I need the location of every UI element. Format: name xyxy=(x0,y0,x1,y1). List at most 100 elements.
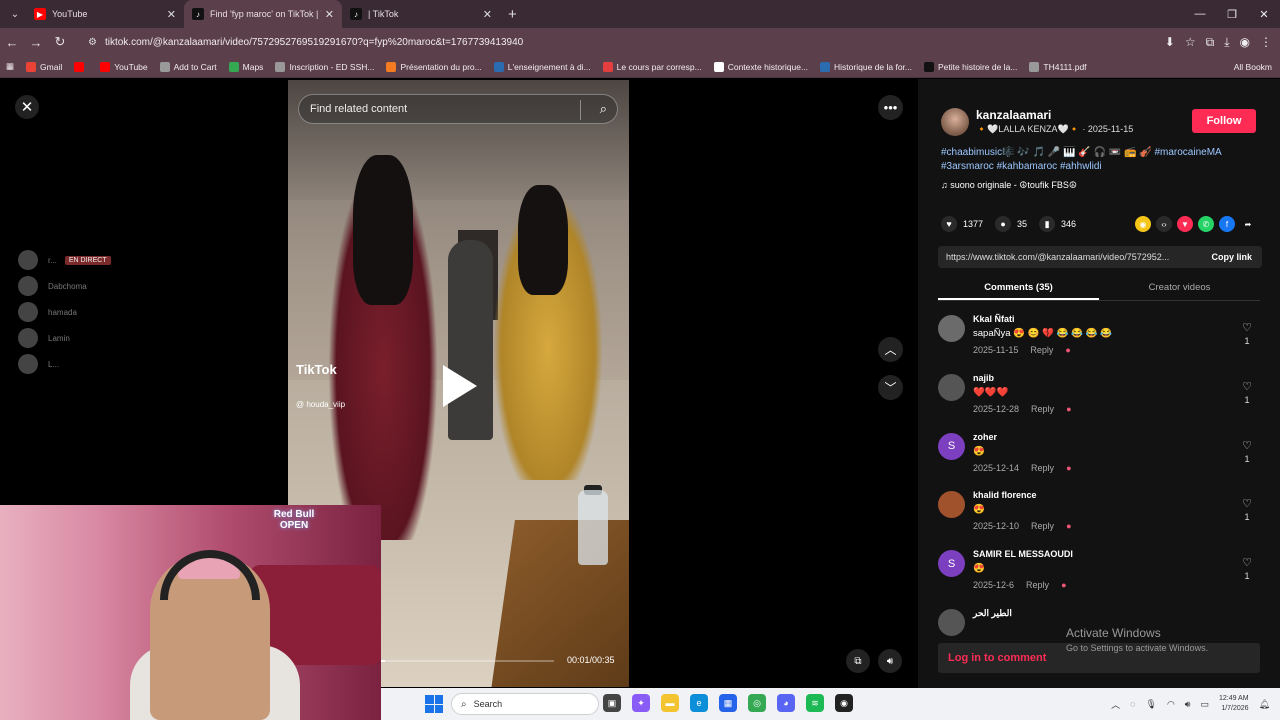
tab-creator-videos[interactable]: Creator videos xyxy=(1099,279,1260,300)
comment-like[interactable]: ♡ 1 xyxy=(1242,321,1252,346)
bookmark-item[interactable]: Inscription - ED SSH... xyxy=(275,61,374,72)
bookmark-item[interactable]: TH4111.pdf xyxy=(1029,61,1087,72)
microphone-icon[interactable]: 🎙︎ xyxy=(1146,699,1157,710)
forward-icon[interactable]: → xyxy=(24,35,48,50)
bookmark-item[interactable] xyxy=(74,61,88,72)
comment-username[interactable]: najib xyxy=(973,373,994,383)
chrome-icon[interactable]: ◎ xyxy=(748,694,766,712)
comment-username[interactable]: Kkal Ñfati xyxy=(973,314,1015,324)
comment-stat[interactable]: ● 35 xyxy=(995,216,1027,232)
bookmark-item[interactable]: Contexte historique... xyxy=(713,61,808,72)
apps-icon[interactable]: ▦ xyxy=(6,61,14,72)
close-tab-icon[interactable]: ✕ xyxy=(483,8,492,21)
send-icon[interactable]: ▼ xyxy=(1177,216,1193,232)
profile-icon[interactable]: ◉ xyxy=(1240,35,1250,49)
snapchat-icon[interactable]: ◉ xyxy=(1135,216,1151,232)
reply-button[interactable]: Reply xyxy=(1031,404,1054,414)
extensions-icon[interactable]: ⧉ xyxy=(1206,35,1215,50)
reply-button[interactable]: Reply xyxy=(1031,463,1054,473)
author-name[interactable]: kanzalaamari xyxy=(976,108,1051,122)
comment-username[interactable]: الطير الحر xyxy=(973,608,1012,619)
progress-bar[interactable] xyxy=(380,660,554,662)
follow-button[interactable]: Follow xyxy=(1192,109,1256,133)
new-tab-button[interactable]: + xyxy=(508,6,517,23)
spotify-icon[interactable]: ≋ xyxy=(806,694,824,712)
notifications-icon[interactable]: 🔔︎ xyxy=(1259,699,1270,710)
obs-icon[interactable]: ◉ xyxy=(835,694,853,712)
play-icon[interactable] xyxy=(443,365,477,407)
tab-tiktok[interactable]: ♪ | TikTok ✕ xyxy=(342,0,500,28)
close-icon[interactable]: ✕ xyxy=(15,95,39,119)
comment-username[interactable]: zoher xyxy=(973,432,997,442)
reply-button[interactable]: Reply xyxy=(1031,521,1054,531)
battery-icon[interactable]: ▭ xyxy=(1200,699,1209,710)
speaker-icon[interactable]: 🔊︎ xyxy=(1185,699,1191,710)
wifi-icon[interactable]: ◠ xyxy=(1167,699,1175,710)
avatar[interactable] xyxy=(938,373,965,401)
bookmark-star-icon[interactable]: ☆ xyxy=(1185,35,1196,49)
bookmark-item[interactable]: L'enseignement à di... xyxy=(493,61,591,72)
tab-search-icon[interactable]: ⌄ xyxy=(4,3,26,25)
next-video-icon[interactable]: ﹀ xyxy=(878,375,903,400)
bookmark-item[interactable]: Maps xyxy=(228,61,263,72)
comment-like[interactable]: ♡ 1 xyxy=(1242,556,1252,581)
site-info-icon[interactable]: ⚙ xyxy=(88,37,97,48)
back-icon[interactable]: ← xyxy=(0,35,24,50)
save-stat[interactable]: ▮ 346 xyxy=(1039,216,1076,232)
avatar[interactable] xyxy=(938,315,965,342)
bookmark-item[interactable]: YouTube xyxy=(100,61,148,72)
downloads-icon[interactable]: ⤓ xyxy=(1224,35,1229,50)
avatar[interactable] xyxy=(938,491,965,519)
related-search-input[interactable]: Find related content ⌕ xyxy=(298,94,618,124)
previous-video-icon[interactable]: ︿ xyxy=(878,337,903,362)
install-icon[interactable]: ⬇ xyxy=(1165,35,1175,49)
all-bookmarks[interactable]: All Bookm xyxy=(1234,62,1272,72)
file-explorer-icon[interactable]: ▬ xyxy=(661,694,679,712)
whatsapp-icon[interactable]: ✆ xyxy=(1198,216,1214,232)
comment-like[interactable]: ♡ 1 xyxy=(1242,497,1252,522)
like-stat[interactable]: ♥ 1377 xyxy=(941,216,983,232)
close-tab-icon[interactable]: ✕ xyxy=(167,8,176,21)
windows-start-icon[interactable] xyxy=(425,695,443,713)
taskbar-search-input[interactable]: ⌕ Search xyxy=(451,693,599,715)
reply-button[interactable]: Reply xyxy=(1030,345,1053,355)
bookmark-item[interactable]: Gmail xyxy=(26,61,62,72)
address-bar[interactable]: ⚙ tiktok.com/@kanzalaamari/video/7572952… xyxy=(80,31,1060,53)
comment-username[interactable]: SAMIR EL MESSAOUDI xyxy=(973,549,1073,559)
tab-tiktok-search[interactable]: ♪ Find 'fyp maroc' on TikTok | Tik ✕ xyxy=(184,0,342,28)
maximize-icon[interactable]: ❐ xyxy=(1216,0,1248,28)
avatar[interactable]: S xyxy=(938,432,965,460)
sound-link[interactable]: ♫ suono originale - ☮toufik FBS☮ xyxy=(941,180,1077,191)
comment-like[interactable]: ♡ 1 xyxy=(1242,380,1252,405)
bookmark-item[interactable]: Le cours par corresp... xyxy=(602,61,702,72)
avatar[interactable]: S xyxy=(938,550,965,578)
copy-link-button[interactable]: Copy link xyxy=(1201,252,1262,262)
task-view-icon[interactable]: ▣ xyxy=(603,694,621,712)
bookmark-item[interactable]: Historique de la for... xyxy=(820,61,912,72)
author-avatar[interactable] xyxy=(941,108,969,136)
minimize-icon[interactable]: — xyxy=(1184,0,1216,28)
facebook-icon[interactable]: f xyxy=(1219,216,1235,232)
comment-like[interactable]: ♡ 1 xyxy=(1242,439,1252,464)
store-icon[interactable]: ▦ xyxy=(719,694,737,712)
copilot-icon[interactable]: ✦ xyxy=(632,694,650,712)
bookmark-item[interactable]: Petite histoire de la... xyxy=(924,61,1017,72)
search-icon[interactable]: ⌕ xyxy=(600,101,607,117)
discord-icon[interactable]: ◕ xyxy=(777,694,795,712)
network-icon[interactable]: ◌ xyxy=(1130,699,1135,709)
reply-button[interactable]: Reply xyxy=(1026,580,1049,590)
avatar[interactable] xyxy=(938,608,965,636)
embed-icon[interactable]: ‹› xyxy=(1156,216,1172,232)
close-tab-icon[interactable]: ✕ xyxy=(325,8,334,21)
share-icon[interactable]: ➦ xyxy=(1240,216,1256,232)
clock[interactable]: 12:49 AM 1/7/2026 xyxy=(1219,694,1249,714)
bookmark-item[interactable]: Présentation du pro... xyxy=(386,61,482,72)
bookmark-item[interactable]: Add to Cart xyxy=(159,61,217,72)
comment-username[interactable]: khalid florence xyxy=(973,490,1037,500)
floating-player-icon[interactable]: ⧉ xyxy=(846,649,870,673)
tab-youtube[interactable]: ▶ YouTube ✕ xyxy=(26,0,184,28)
close-window-icon[interactable]: ✕ xyxy=(1248,0,1280,28)
tab-comments[interactable]: Comments (35) xyxy=(938,279,1099,300)
chevron-up-icon[interactable]: ︿ xyxy=(1111,698,1120,711)
more-options-icon[interactable]: ••• xyxy=(878,95,903,120)
